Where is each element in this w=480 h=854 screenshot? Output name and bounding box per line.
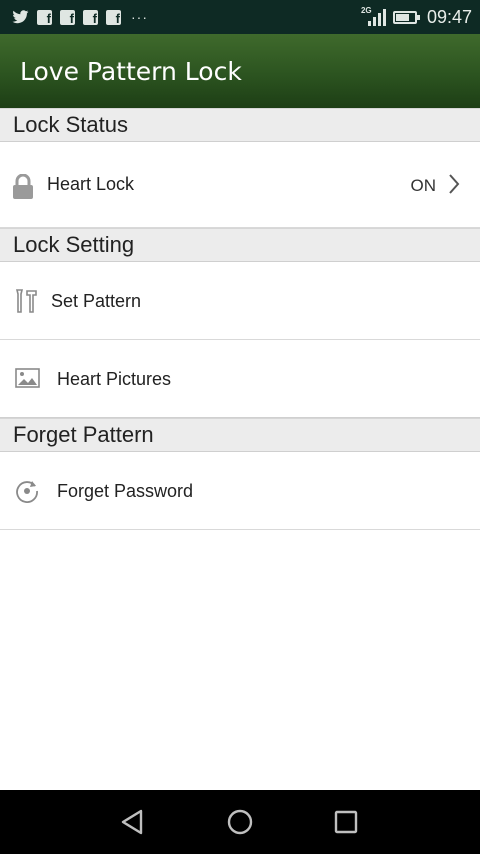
twitter-icon [12, 10, 29, 24]
picture-icon [15, 368, 40, 388]
row-label: Set Pattern [51, 291, 142, 311]
recents-icon[interactable] [330, 806, 362, 838]
heart-lock-row[interactable]: Heart Lock ON [0, 142, 480, 228]
refresh-icon [15, 479, 39, 503]
heart-pictures-row[interactable]: Heart Pictures [0, 340, 480, 418]
row-label: Heart Pictures [57, 369, 172, 389]
section-header-forget-pattern: Forget Pattern [0, 418, 480, 452]
navigation-bar [0, 790, 480, 854]
more-notifications-icon: ··· [131, 9, 148, 25]
screen: f f f f ··· 2G 09:47 Love Pattern Lock L… [0, 0, 480, 854]
clock: 09:47 [426, 6, 472, 27]
section-title: Forget Pattern [13, 422, 154, 447]
section-title: Lock Status [13, 112, 128, 137]
facebook-icon: f [60, 9, 75, 25]
app-title: Love Pattern Lock [20, 56, 242, 86]
facebook-icon: f [37, 9, 52, 25]
home-icon[interactable] [224, 806, 256, 838]
back-icon[interactable] [116, 806, 148, 838]
section-header-lock-status: Lock Status [0, 108, 480, 142]
heart-lock-status: ON [410, 176, 437, 195]
tools-icon [14, 288, 38, 314]
app-bar: Love Pattern Lock [0, 34, 480, 108]
forget-password-row[interactable]: Forget Password [0, 452, 480, 530]
chevron-right-icon [448, 173, 460, 195]
battery-icon [392, 10, 420, 24]
notification-area: f f f f ··· [12, 9, 148, 25]
row-label: Heart Lock [47, 174, 135, 194]
system-icons: 2G 09:47 [361, 6, 472, 28]
battery-level [395, 13, 409, 21]
set-pattern-row[interactable]: Set Pattern [0, 262, 480, 340]
row-label: Forget Password [57, 481, 194, 501]
facebook-icon: f [106, 9, 121, 25]
facebook-icon: f [83, 9, 98, 25]
padlock-icon [12, 174, 34, 200]
signal-icon: 2G [361, 6, 387, 28]
settings-list: Lock Status Heart Lock ON Lock Setting S… [0, 108, 480, 530]
section-header-lock-setting: Lock Setting [0, 228, 480, 262]
section-title: Lock Setting [13, 232, 135, 257]
status-bar: f f f f ··· 2G 09:47 [0, 0, 480, 34]
